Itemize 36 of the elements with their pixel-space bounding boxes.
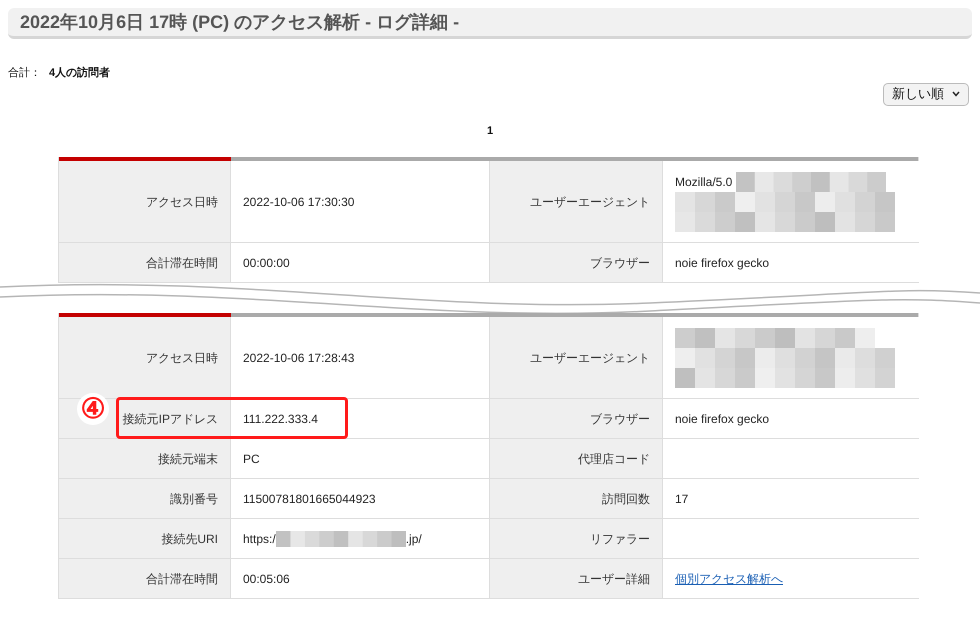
field-label: 訪問回数 xyxy=(602,490,650,508)
chevron-down-icon xyxy=(952,91,960,97)
field-label: リファラー xyxy=(590,530,650,548)
field-label: ブラウザー xyxy=(590,410,650,428)
cell-value: 00:00:00 xyxy=(243,254,290,272)
cell-value: 11500781801665044923 xyxy=(243,490,376,508)
cell-value: noie firefox gecko xyxy=(675,254,770,272)
field-label: ユーザーエージェント xyxy=(530,194,650,210)
field-label: 合計滞在時間 xyxy=(146,570,218,588)
field-label: 接続元端末 xyxy=(158,450,218,468)
field-label: 識別番号 xyxy=(170,490,218,508)
detail-link[interactable]: 個別アクセス解析へ xyxy=(675,570,783,588)
url-text-start: https:/ xyxy=(243,530,276,548)
cell-value: 17 xyxy=(675,490,688,508)
field-label: 代理店コード xyxy=(578,450,650,468)
field-label: ブラウザー xyxy=(590,254,650,272)
field-label: 接続先URI xyxy=(161,530,218,548)
field-label: ユーザー詳細 xyxy=(578,570,650,588)
field-label: 合計滞在時間 xyxy=(146,254,218,272)
page-title: 2022年10月6日 17時 (PC) のアクセス解析 - ログ詳細 - xyxy=(8,8,972,39)
cell-value: noie firefox gecko xyxy=(675,410,770,428)
cell-value: 2022-10-06 17:30:30 xyxy=(243,194,354,210)
summary-label: 合計： xyxy=(8,66,41,81)
cell-value: 2022-10-06 17:28:43 xyxy=(243,350,354,366)
field-label: ユーザーエージェント xyxy=(530,350,650,366)
summary-value: 4人の訪問者 xyxy=(49,66,110,81)
page-link[interactable]: 1 xyxy=(486,122,494,139)
field-label: アクセス日時 xyxy=(146,350,218,366)
sort-select[interactable]: 新しい順 xyxy=(883,82,969,106)
field-label: 接続元IPアドレス xyxy=(122,410,218,428)
cell-value: 00:05:06 xyxy=(243,570,290,588)
cell-value: PC xyxy=(243,450,260,468)
url-text-end: .jp/ xyxy=(406,530,422,548)
cell-value: 111.222.333.4 xyxy=(243,410,318,428)
field-label: アクセス日時 xyxy=(146,194,218,210)
user-agent-text: Mozilla/5.0 xyxy=(675,174,732,190)
